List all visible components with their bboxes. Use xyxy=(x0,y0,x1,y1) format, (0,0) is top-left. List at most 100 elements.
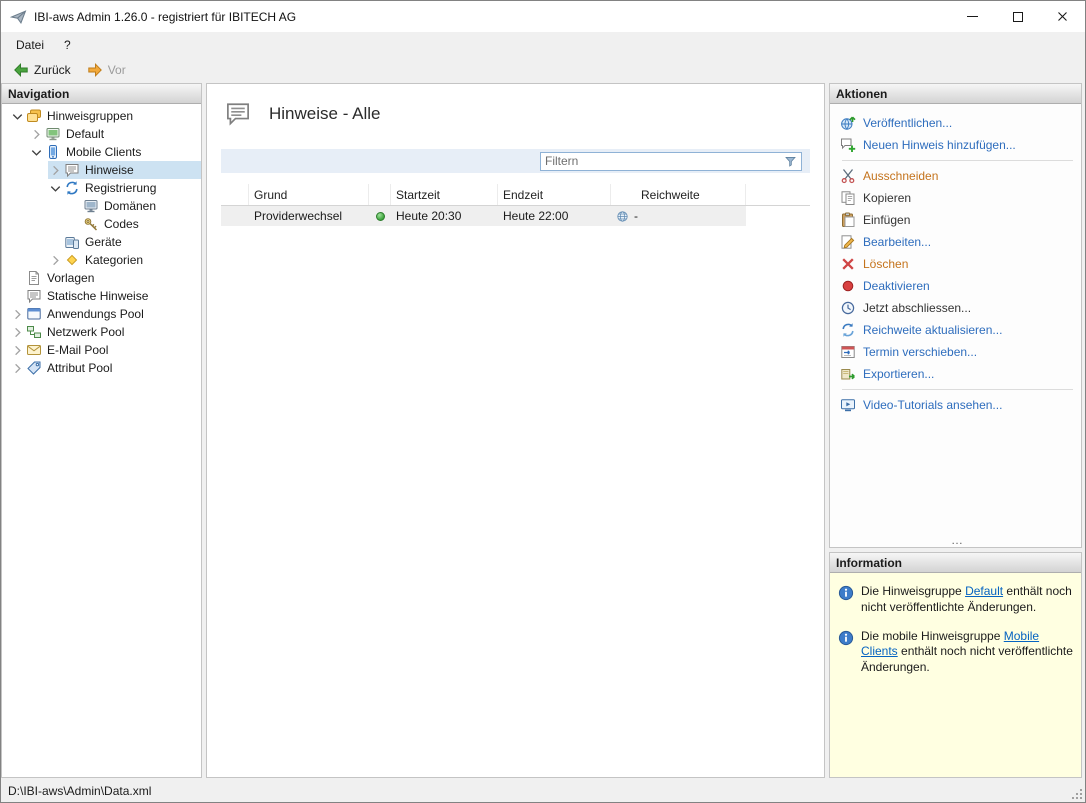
status-path: D:\IBI-aws\Admin\Data.xml xyxy=(8,784,151,798)
info-icon xyxy=(838,630,854,646)
statusbar: D:\IBI-aws\Admin\Data.xml xyxy=(1,780,1085,802)
action-bearbeiten[interactable]: Bearbeiten... xyxy=(840,231,1075,253)
sidebar-item-kategorien[interactable]: Kategorien xyxy=(2,251,201,269)
email-pool-icon xyxy=(26,342,42,358)
action-einfuegen[interactable]: Einfügen xyxy=(840,209,1075,231)
menu-help[interactable]: ? xyxy=(54,32,81,57)
sidebar-item-codes[interactable]: Codes xyxy=(2,215,201,233)
back-button[interactable]: Zurück xyxy=(6,60,78,80)
information-header: Information xyxy=(830,553,1081,573)
chevron-down-icon[interactable] xyxy=(10,109,25,124)
table-row[interactable]: Providerwechsel Heute 20:30 Heute 22:00 … xyxy=(221,206,746,226)
sidebar-item-geraete[interactable]: Geräte xyxy=(2,233,201,251)
info-note-mobile-clients: Die mobile Hinweisgruppe Mobile Clients … xyxy=(838,629,1073,676)
sidebar-item-mobile-clients[interactable]: Mobile Clients xyxy=(2,143,201,161)
toolbar: Zurück Vor xyxy=(1,57,1085,83)
page-title: Hinweise - Alle xyxy=(269,104,381,124)
column-header-reichweite[interactable]: Reichweite xyxy=(611,184,746,205)
menu-datei[interactable]: Datei xyxy=(6,32,54,57)
sidebar-item-domaenen[interactable]: Domänen xyxy=(2,197,201,215)
link-default-group[interactable]: Default xyxy=(965,584,1003,598)
action-termin-verschieben[interactable]: Termin verschieben... xyxy=(840,341,1075,363)
back-label: Zurück xyxy=(34,63,71,77)
app-logo-icon xyxy=(10,8,27,25)
maximize-button[interactable] xyxy=(995,1,1040,32)
sidebar-item-anwendungs-pool[interactable]: Anwendungs Pool xyxy=(2,305,201,323)
navigation-panel: Navigation Hinweisgruppen Default Mobile… xyxy=(1,83,202,778)
action-kopieren[interactable]: Kopieren xyxy=(840,187,1075,209)
domains-icon xyxy=(83,198,99,214)
filter-funnel-icon[interactable] xyxy=(784,155,797,168)
sidebar-item-vorlagen[interactable]: Vorlagen xyxy=(2,269,201,287)
chevron-spacer xyxy=(10,289,25,304)
action-reichweite-aktualisieren[interactable]: Reichweite aktualisieren... xyxy=(840,319,1075,341)
action-loeschen[interactable]: Löschen xyxy=(840,253,1075,275)
sidebar-item-statische-hinweise[interactable]: Statische Hinweise xyxy=(2,287,201,305)
forward-arrow-icon xyxy=(87,62,103,78)
maximize-icon xyxy=(1013,12,1023,22)
network-pool-icon xyxy=(26,324,42,340)
mobile-clients-icon xyxy=(45,144,61,160)
chevron-right-icon[interactable] xyxy=(29,127,44,142)
chevron-right-icon[interactable] xyxy=(48,163,63,178)
action-video-tutorials[interactable]: Video-Tutorials ansehen... xyxy=(840,394,1075,416)
cell-status xyxy=(369,206,391,226)
registration-icon xyxy=(64,180,80,196)
action-ausschneiden[interactable]: Ausschneiden xyxy=(840,165,1075,187)
hints-bubble-icon xyxy=(223,100,253,127)
column-header-grund[interactable]: Grund xyxy=(249,184,369,205)
chevron-right-icon[interactable] xyxy=(48,253,63,268)
action-deaktivieren[interactable]: Deaktivieren xyxy=(840,275,1075,297)
splitter-handle[interactable]: … xyxy=(840,535,1075,545)
action-veroeffentlichen[interactable]: Veröffentlichen... xyxy=(840,112,1075,134)
actions-header: Aktionen xyxy=(830,84,1081,104)
navigation-tree: Hinweisgruppen Default Mobile Clients Hi… xyxy=(2,104,201,377)
templates-icon xyxy=(26,270,42,286)
sidebar-item-hinweise[interactable]: Hinweise xyxy=(2,161,201,179)
back-arrow-icon xyxy=(13,62,29,78)
page-title-row: Hinweise - Alle xyxy=(223,100,810,127)
default-group-icon xyxy=(45,126,61,142)
filter-input[interactable] xyxy=(545,154,780,168)
minimize-button[interactable] xyxy=(950,1,995,32)
sidebar-item-hinweisgruppen[interactable]: Hinweisgruppen xyxy=(2,107,201,125)
sidebar-item-default[interactable]: Default xyxy=(2,125,201,143)
chevron-spacer xyxy=(67,217,82,232)
sidebar-item-email-pool[interactable]: E-Mail Pool xyxy=(2,341,201,359)
column-header-endzeit[interactable]: Endzeit xyxy=(498,184,611,205)
sidebar-item-attribut-pool[interactable]: Attribut Pool xyxy=(2,359,201,377)
chevron-right-icon[interactable] xyxy=(10,361,25,376)
column-header-startzeit[interactable]: Startzeit xyxy=(391,184,498,205)
workspace: Navigation Hinweisgruppen Default Mobile… xyxy=(1,83,1085,780)
forward-button[interactable]: Vor xyxy=(80,60,133,80)
chevron-down-icon[interactable] xyxy=(29,145,44,160)
info-icon xyxy=(838,585,854,601)
action-exportieren[interactable]: Exportieren... xyxy=(840,363,1075,385)
edit-icon xyxy=(840,234,856,250)
reichweite-value: - xyxy=(634,209,638,223)
close-button[interactable] xyxy=(1040,1,1085,32)
action-jetzt-abschliessen[interactable]: Jetzt abschliessen... xyxy=(840,297,1075,319)
action-neuen-hinweis-hinzufuegen[interactable]: Neuen Hinweis hinzufügen... xyxy=(840,134,1075,156)
chevron-right-icon[interactable] xyxy=(10,343,25,358)
forward-label: Vor xyxy=(108,63,126,77)
chevron-down-icon[interactable] xyxy=(48,181,63,196)
chevron-right-icon[interactable] xyxy=(10,325,25,340)
globe-icon xyxy=(616,210,629,223)
right-column: Aktionen Veröffentlichen... Neuen Hinwei… xyxy=(829,83,1082,778)
categories-icon xyxy=(64,252,80,268)
column-header-status[interactable] xyxy=(369,184,391,205)
main-panel: Hinweise - Alle Grund Startzeit Endzeit … xyxy=(206,83,825,778)
chevron-right-icon[interactable] xyxy=(10,307,25,322)
close-icon xyxy=(1057,11,1068,22)
delete-icon xyxy=(840,256,856,272)
cell-reichweite: - xyxy=(611,206,746,226)
sidebar-item-registrierung[interactable]: Registrierung xyxy=(2,179,201,197)
resize-grip[interactable] xyxy=(1071,788,1083,800)
static-hints-icon xyxy=(26,288,42,304)
sidebar-item-netzwerk-pool[interactable]: Netzwerk Pool xyxy=(2,323,201,341)
devices-icon xyxy=(64,234,80,250)
attribut-pool-icon xyxy=(26,360,42,376)
column-header-spacer[interactable] xyxy=(221,184,249,205)
info-note-default: Die Hinweisgruppe Default enthält noch n… xyxy=(838,584,1073,616)
